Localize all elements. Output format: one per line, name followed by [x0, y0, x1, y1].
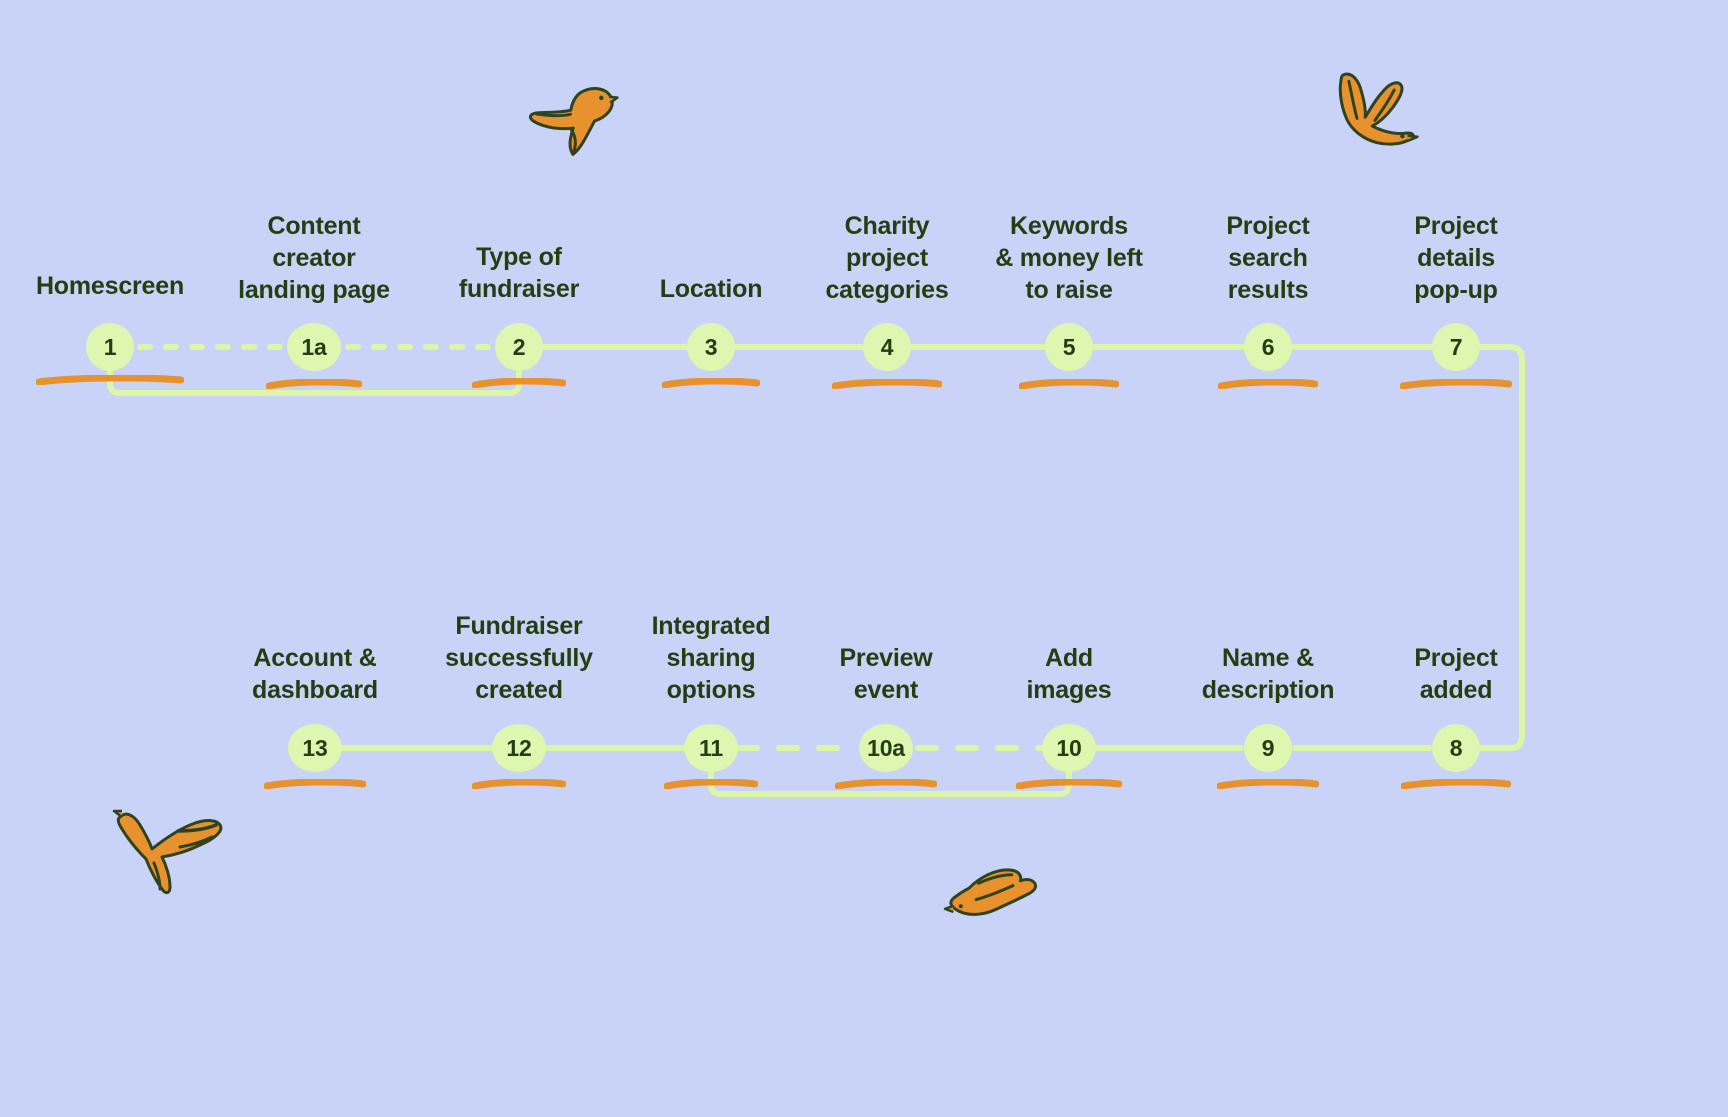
step-label-2-text: Type of fundraiser	[458, 243, 580, 303]
bird-top-right-icon	[1322, 68, 1424, 152]
flow-node-4[interactable]: 4	[863, 323, 911, 371]
flow-node-1[interactable]: 1	[86, 323, 134, 371]
flow-node-12-id: 12	[506, 734, 532, 761]
step-label-7-text: Project details pop-up	[1414, 212, 1498, 304]
flow-node-1-id: 1	[103, 333, 117, 360]
flow-node-7[interactable]: 7	[1432, 323, 1480, 371]
step-label-13-text: Account & dashboard	[252, 644, 378, 704]
flow-node-5[interactable]: 5	[1045, 323, 1093, 371]
step-label-6-text: Project search results	[1226, 212, 1310, 304]
step-label-10a-text: Preview event	[839, 644, 933, 704]
flow-node-11-id: 11	[699, 734, 723, 761]
flow-node-12[interactable]: 12	[492, 724, 546, 772]
connector-lines-layer	[107, 344, 1525, 797]
flow-node-2[interactable]: 2	[495, 323, 543, 371]
flow-node-10a[interactable]: 10a	[859, 724, 913, 772]
flow-node-6[interactable]: 6	[1244, 323, 1292, 371]
flow-diagram-canvas: Homescreen Content creator landing page …	[0, 0, 1728, 1117]
flow-node-13[interactable]: 13	[288, 724, 342, 772]
flow-node-5-id: 5	[1062, 333, 1076, 360]
flow-node-3-id: 3	[704, 333, 718, 360]
flow-node-10a-id: 10a	[867, 734, 905, 761]
step-label-9-text: Name & description	[1201, 644, 1335, 704]
bird-bottom-center-icon	[940, 862, 1042, 932]
flow-node-13-id: 13	[302, 734, 328, 761]
flow-node-8-id: 8	[1449, 734, 1463, 761]
flow-node-10[interactable]: 10	[1042, 724, 1096, 772]
step-label-5-text: Keywords & money left to raise	[995, 212, 1143, 304]
step-label-10-text: Add images	[1026, 644, 1112, 704]
step-label-1a-text: Content creator landing page	[238, 212, 390, 304]
bird-top-left-icon	[524, 78, 622, 160]
flow-node-10-id: 10	[1056, 734, 1082, 761]
flow-node-4-id: 4	[880, 333, 894, 360]
flow-node-1a[interactable]: 1a	[287, 323, 341, 371]
flow-node-2-id: 2	[512, 333, 526, 360]
flow-node-3[interactable]: 3	[687, 323, 735, 371]
flow-node-1a-id: 1a	[301, 333, 327, 360]
step-label-8-text: Project added	[1414, 644, 1498, 704]
flow-node-11[interactable]: 11	[684, 724, 738, 772]
flow-node-9[interactable]: 9	[1244, 724, 1292, 772]
step-label-1-text: Homescreen	[35, 272, 185, 300]
flow-node-8[interactable]: 8	[1432, 724, 1480, 772]
flow-node-9-id: 9	[1261, 734, 1275, 761]
flow-node-6-id: 6	[1261, 333, 1275, 360]
flow-node-7-id: 7	[1449, 333, 1463, 360]
